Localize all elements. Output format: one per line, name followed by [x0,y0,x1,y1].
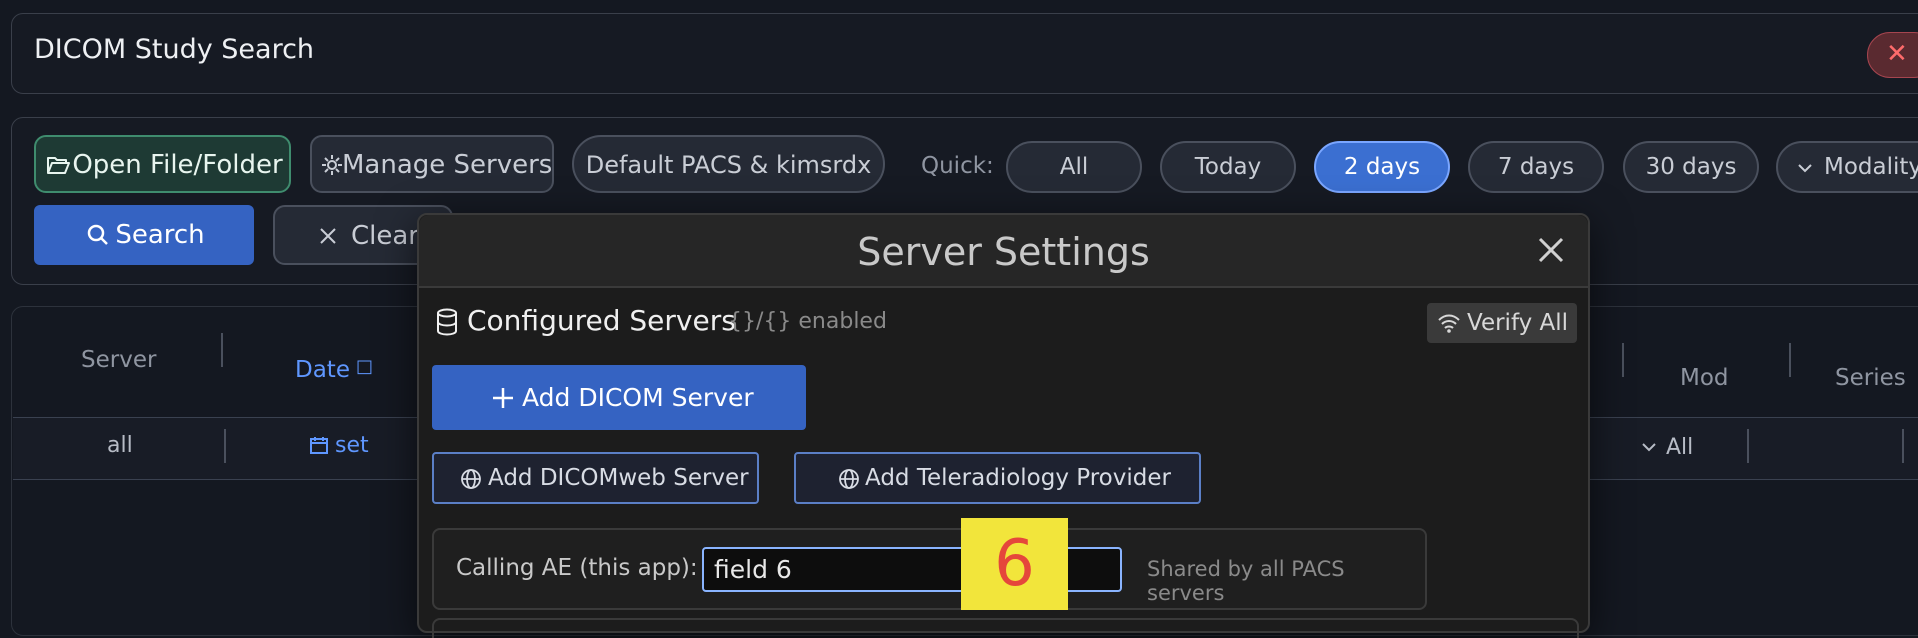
calendar-icon [309,435,329,455]
sort-icon: □ [356,356,374,377]
calling-ae-row: Calling AE (this app): field 6 Shared by… [432,528,1427,610]
verify-all-button[interactable]: Verify All [1427,303,1577,343]
add-dicomweb-server-button[interactable]: Add DICOMweb Server [432,452,759,504]
add-dicom-server-button[interactable]: Add DICOM Server [432,365,806,430]
column-header-date[interactable]: Date [295,357,350,383]
close-icon [319,227,337,245]
add-dicomweb-server-label: Add DICOMweb Server [488,465,749,491]
column-separator [1622,343,1624,377]
database-icon [435,308,459,336]
dialog-header: Server Settings [419,215,1588,288]
wifi-icon [1437,312,1461,334]
quick-7-days-label: 7 days [1497,154,1575,180]
calling-ae-hint: Shared by all PACS servers [1147,557,1345,605]
column-separator [1789,343,1791,377]
column-separator [1747,429,1749,463]
add-dicom-server-label: Add DICOM Server [522,383,754,412]
close-dialog-button[interactable] [1534,233,1568,267]
column-separator [224,429,226,463]
quick-30-days-label: 30 days [1645,154,1737,180]
globe-icon [460,468,482,490]
server-selector-label: Default PACS & kimsrdx [585,151,872,179]
globe-icon [838,468,860,490]
open-file-folder-button[interactable]: Open File/Folder [34,135,291,193]
annotation-marker: 6 [961,518,1068,610]
server-selector-button[interactable]: Default PACS & kimsrdx [572,135,885,193]
gear-icon [320,153,344,177]
modality-dropdown[interactable]: Modality [1776,141,1918,193]
quick-all-pill[interactable]: All [1006,141,1142,193]
configured-servers-title: Configured Servers [467,304,736,337]
folder-open-icon [46,154,70,176]
column-separator [221,333,223,367]
quick-2-days-pill[interactable]: 2 days [1314,141,1450,193]
modality-label: Modality [1824,154,1918,180]
quick-30-days-pill[interactable]: 30 days [1623,141,1759,193]
enabled-count: {}/{} enabled [728,309,887,334]
column-header-series[interactable]: Series [1835,365,1906,391]
chevron-down-icon [1640,440,1658,456]
chevron-down-icon [1796,159,1814,177]
open-file-folder-label: Open File/Folder [72,150,283,180]
next-section-edge [432,618,1579,638]
column-header-server[interactable]: Server [81,347,156,373]
date-filter[interactable]: set [335,433,369,458]
close-window-button[interactable]: ✕ [1867,32,1918,78]
close-icon [1538,237,1564,263]
search-icon [86,223,110,247]
server-filter[interactable]: all [107,433,133,458]
plus-icon [492,387,514,409]
close-icon: ✕ [1886,39,1908,69]
dialog-title: Server Settings [857,230,1150,274]
verify-all-label: Verify All [1467,310,1569,336]
manage-servers-label: Manage Servers [342,150,553,180]
mod-filter[interactable]: All [1666,435,1693,460]
quick-all-label: All [1059,154,1089,180]
quick-2-days-label: 2 days [1343,154,1421,180]
calling-ae-label: Calling AE (this app): [456,555,698,581]
window-title: DICOM Study Search [34,34,315,65]
quick-today-label: Today [1194,154,1262,180]
add-teleradiology-provider-label: Add Teleradiology Provider [865,465,1171,491]
add-teleradiology-provider-button[interactable]: Add Teleradiology Provider [794,452,1201,504]
quick-7-days-pill[interactable]: 7 days [1468,141,1604,193]
search-button[interactable]: Search [34,205,254,265]
quick-label: Quick: [921,153,994,179]
quick-today-pill[interactable]: Today [1160,141,1296,193]
manage-servers-button[interactable]: Manage Servers [310,135,554,193]
column-header-mod[interactable]: Mod [1680,365,1729,391]
column-separator [1902,429,1904,463]
title-bar: DICOM Study Search ✕ [11,13,1918,94]
